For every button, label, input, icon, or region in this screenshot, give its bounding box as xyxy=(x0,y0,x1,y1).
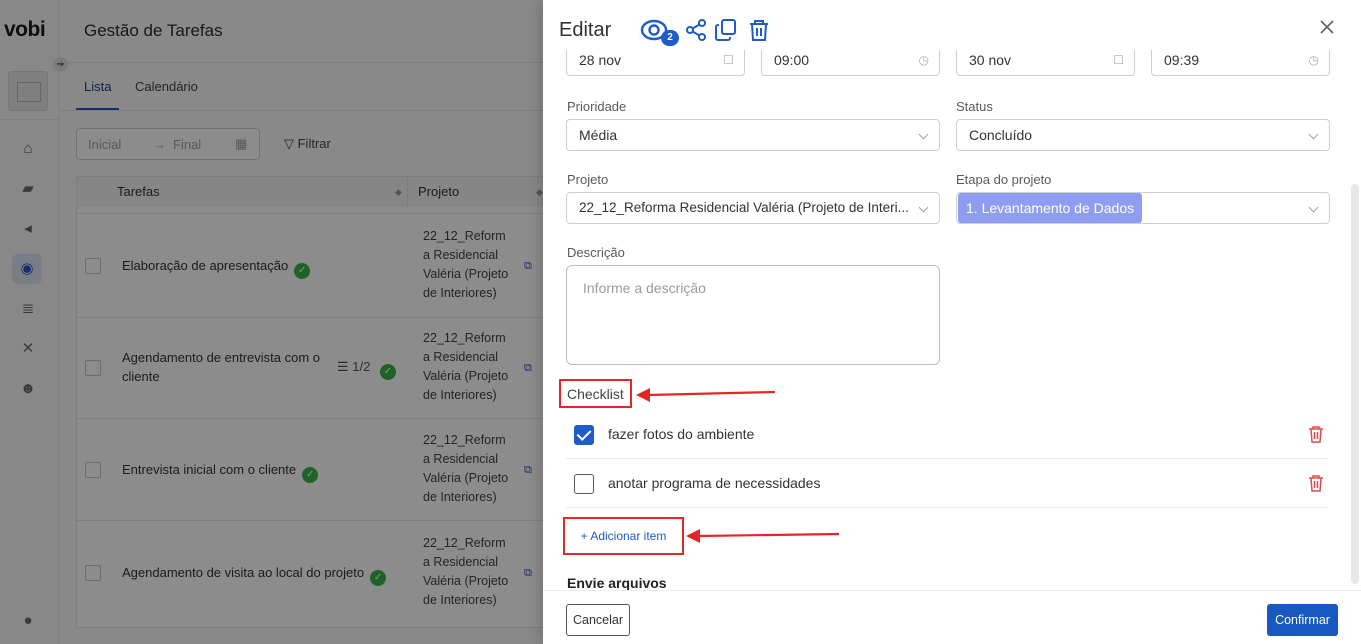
delete-item-icon[interactable] xyxy=(1308,425,1324,443)
chevron-down-icon xyxy=(918,202,929,213)
project-stage-label: Etapa do projeto xyxy=(956,172,1052,187)
annotation-arrow xyxy=(636,388,776,402)
chevron-down-icon xyxy=(918,129,929,140)
drawer-footer: Cancelar Confirmar xyxy=(543,590,1361,644)
checklist-item-text[interactable]: anotar programa de necessidades xyxy=(608,475,820,491)
calendar-icon: ☐ xyxy=(1113,53,1124,67)
chevron-down-icon xyxy=(1308,129,1319,140)
checklist-item-text[interactable]: fazer fotos do ambiente xyxy=(608,426,754,442)
calendar-icon: ☐ xyxy=(723,53,734,67)
start-date-input[interactable]: 28 nov ☐ xyxy=(566,50,745,76)
start-time-input[interactable]: 09:00 ◷ xyxy=(761,50,940,76)
share-icon[interactable] xyxy=(684,18,708,42)
project-stage-select[interactable]: 1. Levantamento de Dados xyxy=(956,192,1330,224)
clock-icon: ◷ xyxy=(1308,53,1319,67)
cancel-button[interactable]: Cancelar xyxy=(566,604,630,636)
delete-item-icon[interactable] xyxy=(1308,474,1324,492)
clock-icon: ◷ xyxy=(918,53,929,67)
chevron-down-icon xyxy=(1308,202,1319,213)
checklist-checkbox[interactable] xyxy=(574,425,594,445)
trash-icon[interactable] xyxy=(747,18,771,42)
drawer-scrollbar[interactable] xyxy=(1351,184,1359,584)
close-icon[interactable] xyxy=(1317,17,1337,37)
status-value: Concluído xyxy=(969,127,1033,143)
project-value: 22_12_Reforma Residencial Valéria (Proje… xyxy=(579,200,909,215)
drawer-header: Editar 2 xyxy=(543,0,1361,50)
priority-label: Prioridade xyxy=(567,99,627,114)
description-label: Descrição xyxy=(567,245,625,260)
stage-tag[interactable]: 1. Levantamento de Dados xyxy=(958,193,1143,223)
copy-icon[interactable] xyxy=(714,18,738,42)
end-time-input[interactable]: 09:39 ◷ xyxy=(1151,50,1330,76)
status-select[interactable]: Concluído xyxy=(956,119,1330,151)
checklist-item[interactable]: anotar programa de necessidades xyxy=(566,459,1328,508)
status-label: Status xyxy=(956,99,993,114)
edit-task-drawer: Editar 2 28 nov ☐ 09:00 ◷ 30 nov ☐ 09:39… xyxy=(543,0,1361,644)
project-select[interactable]: 22_12_Reforma Residencial Valéria (Proje… xyxy=(566,192,940,224)
end-date-input[interactable]: 30 nov ☐ xyxy=(956,50,1135,76)
annotation-arrow xyxy=(686,529,840,543)
description-textarea[interactable]: Informe a descrição xyxy=(566,265,940,365)
drawer-title: Editar xyxy=(559,19,612,41)
priority-value: Média xyxy=(579,127,618,143)
checklist-label: Checklist xyxy=(559,379,632,408)
checklist-item[interactable]: fazer fotos do ambiente xyxy=(566,410,1328,459)
confirm-button[interactable]: Confirmar xyxy=(1267,604,1338,636)
modal-backdrop[interactable] xyxy=(0,0,543,644)
send-files-heading: Envie arquivos xyxy=(567,575,667,590)
drawer-body[interactable]: 28 nov ☐ 09:00 ◷ 30 nov ☐ 09:39 ◷ Prioridade… xyxy=(543,50,1361,590)
priority-select[interactable]: Média xyxy=(566,119,940,151)
watchers-badge: 2 xyxy=(661,30,679,46)
add-checklist-item-button[interactable]: + Adicionar item xyxy=(563,517,684,555)
checklist-checkbox[interactable] xyxy=(574,474,594,494)
project-label: Projeto xyxy=(567,172,609,187)
